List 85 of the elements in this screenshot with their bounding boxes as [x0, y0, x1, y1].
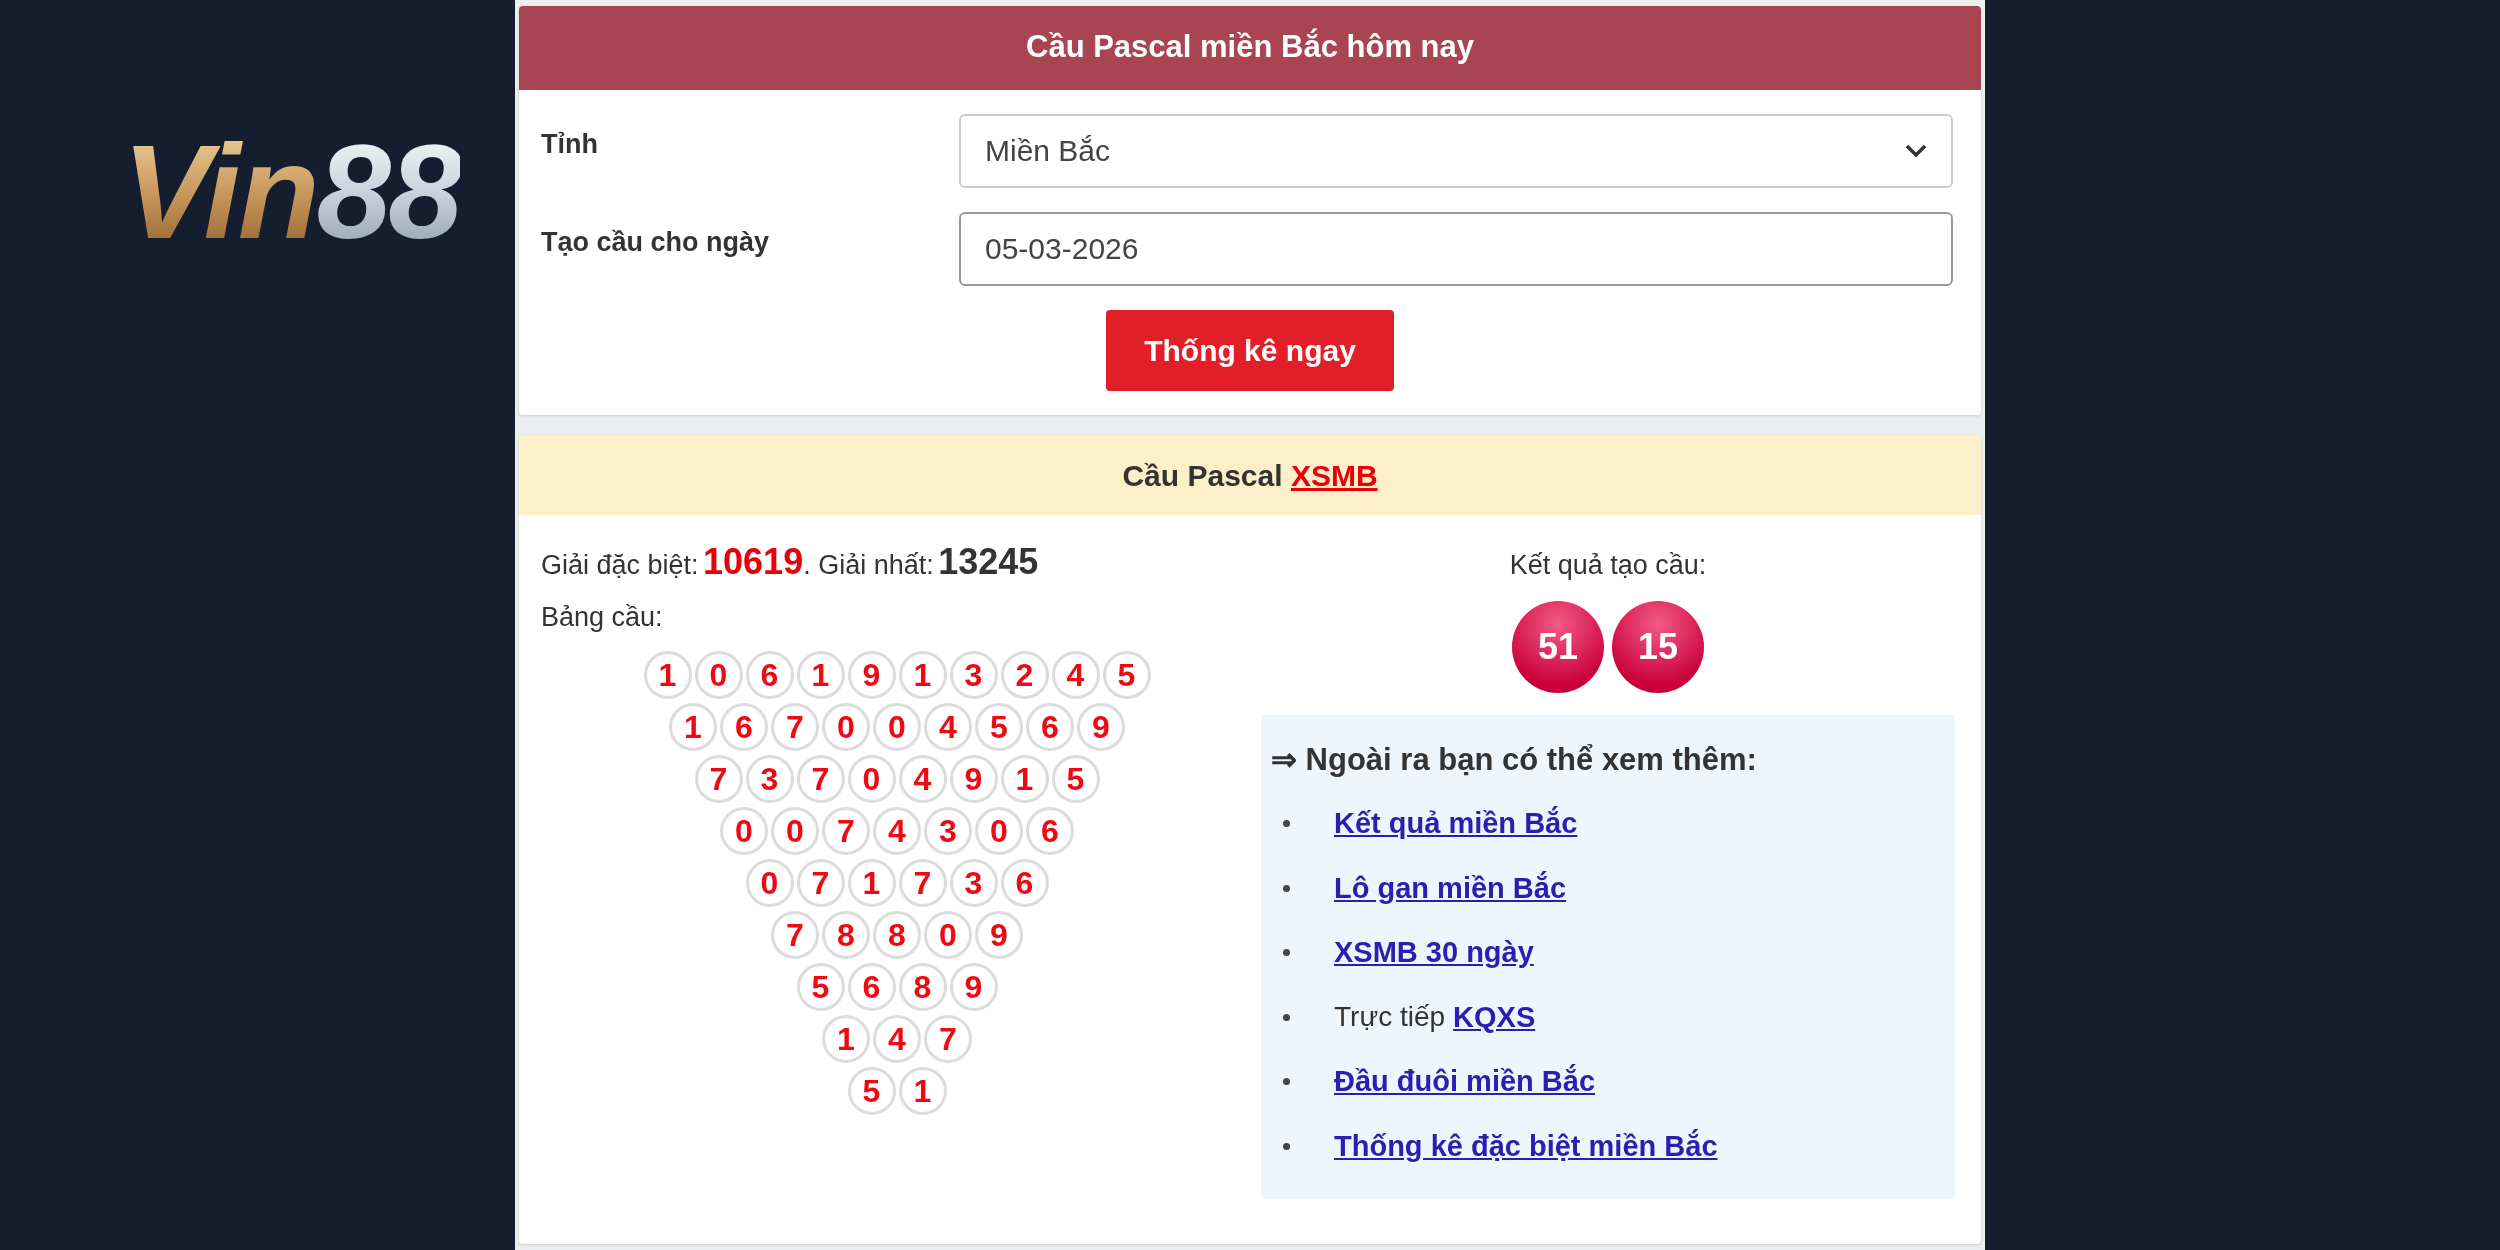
number-circle: 0	[975, 807, 1023, 855]
number-circle: 7	[771, 911, 819, 959]
number-circle: 8	[898, 963, 947, 1011]
number-circle: 1	[847, 859, 896, 907]
number-circle: 1	[669, 703, 717, 751]
number-circle: 0	[771, 807, 819, 855]
card-title: Cầu Pascal	[1122, 458, 1283, 492]
number-circle: 5	[796, 963, 845, 1011]
number-circle: 6	[720, 703, 768, 751]
see-more-link[interactable]: KQXS	[1453, 995, 1536, 1039]
number-circle: 9	[949, 963, 998, 1011]
prize-label: Giải đặc biệt:	[541, 548, 699, 582]
number-circle: 0	[745, 859, 794, 907]
xsmb-link[interactable]: XSMB	[1290, 458, 1378, 492]
number-circle: 7	[694, 755, 743, 803]
number-circle: 1	[898, 651, 947, 699]
statistics-button[interactable]: Thống kê ngay	[1106, 309, 1394, 391]
number-circle: 7	[924, 1015, 972, 1063]
number-circle: 6	[1026, 703, 1074, 751]
number-circle: 5	[1102, 651, 1151, 699]
number-circle: 9	[847, 651, 896, 699]
see-more-link[interactable]: Lô gan miền Bắc	[1334, 866, 1567, 910]
bullet-icon	[1283, 1078, 1290, 1086]
bullet-icon	[1283, 884, 1290, 892]
number-circle: 7	[771, 703, 819, 751]
number-circle: 6	[745, 651, 794, 699]
number-circle: 1	[898, 1067, 947, 1115]
number-circle: 6	[847, 963, 896, 1011]
link-prefix: Trực tiếp	[1334, 1000, 1446, 1035]
number-circle: 0	[822, 703, 870, 751]
prize-number: 13245	[938, 539, 1039, 584]
number-circle: 4	[873, 1015, 921, 1063]
date-field[interactable]: 05-03-2026	[959, 211, 1953, 286]
result-ball: 15	[1612, 601, 1704, 693]
number-circle: 2	[1000, 651, 1049, 699]
number-circle: 5	[1051, 755, 1100, 803]
number-circle: 0	[873, 703, 921, 751]
see-more-link[interactable]: Đầu đuôi miền Bắc	[1334, 1060, 1596, 1104]
number-circle: 8	[822, 911, 870, 959]
see-more-link[interactable]: Thống kê đặc biệt miền Bắc	[1334, 1124, 1718, 1168]
number-circle: 0	[720, 807, 768, 855]
number-circle: 7	[796, 755, 845, 803]
number-circle: 1	[822, 1015, 870, 1063]
number-circle: 6	[1026, 807, 1074, 855]
number-circle: 7	[796, 859, 845, 907]
number-circle: 5	[847, 1067, 896, 1115]
card-title: Cầu Pascal miền Bắc hôm nay	[519, 6, 1981, 90]
number-circle: 3	[924, 807, 972, 855]
field-label: Tạo cầu cho ngày	[541, 225, 771, 259]
number-circle: 3	[949, 859, 998, 907]
result-label: Kết quả tạo cầu:	[1509, 548, 1707, 582]
number-circle: 7	[822, 807, 870, 855]
number-circle: 4	[898, 755, 947, 803]
number-circle: 0	[694, 651, 743, 699]
number-circle: 6	[1000, 859, 1049, 907]
prize-number: 10619	[703, 539, 804, 584]
number-circle: 1	[1000, 755, 1049, 803]
field-label: Tỉnh	[541, 127, 599, 161]
number-circle: 4	[924, 703, 972, 751]
table-label: Bảng cầu:	[541, 600, 663, 634]
see-more-link[interactable]: XSMB 30 ngày	[1334, 931, 1534, 975]
number-circle: 4	[873, 807, 921, 855]
bullet-icon	[1283, 820, 1290, 828]
number-circle: 5	[975, 703, 1023, 751]
prize-label: . Giải nhất:	[803, 548, 934, 582]
bullet-icon	[1283, 1142, 1290, 1150]
number-circle: 9	[975, 911, 1023, 959]
number-circle: 8	[873, 911, 921, 959]
see-more-link[interactable]: Kết quả miền Bắc	[1334, 802, 1578, 846]
number-circle: 9	[949, 755, 998, 803]
result-ball: 51	[1512, 601, 1604, 693]
bullet-icon	[1283, 949, 1290, 957]
number-circle: 4	[1051, 651, 1100, 699]
number-circle: 1	[643, 651, 692, 699]
number-circle: 3	[949, 651, 998, 699]
number-circle: 9	[1077, 703, 1125, 751]
number-circle: 0	[847, 755, 896, 803]
number-circle: 0	[924, 911, 972, 959]
bullet-icon	[1283, 1013, 1290, 1021]
see-more-heading: ⇒ Ngoài ra bạn có thể xem thêm:	[1271, 741, 1758, 779]
province-select[interactable]: Miền Bắc	[959, 113, 1953, 188]
number-circle: 1	[796, 651, 845, 699]
chevron-down-icon	[1905, 143, 1927, 158]
number-circle: 7	[898, 859, 947, 907]
number-circle: 3	[745, 755, 794, 803]
